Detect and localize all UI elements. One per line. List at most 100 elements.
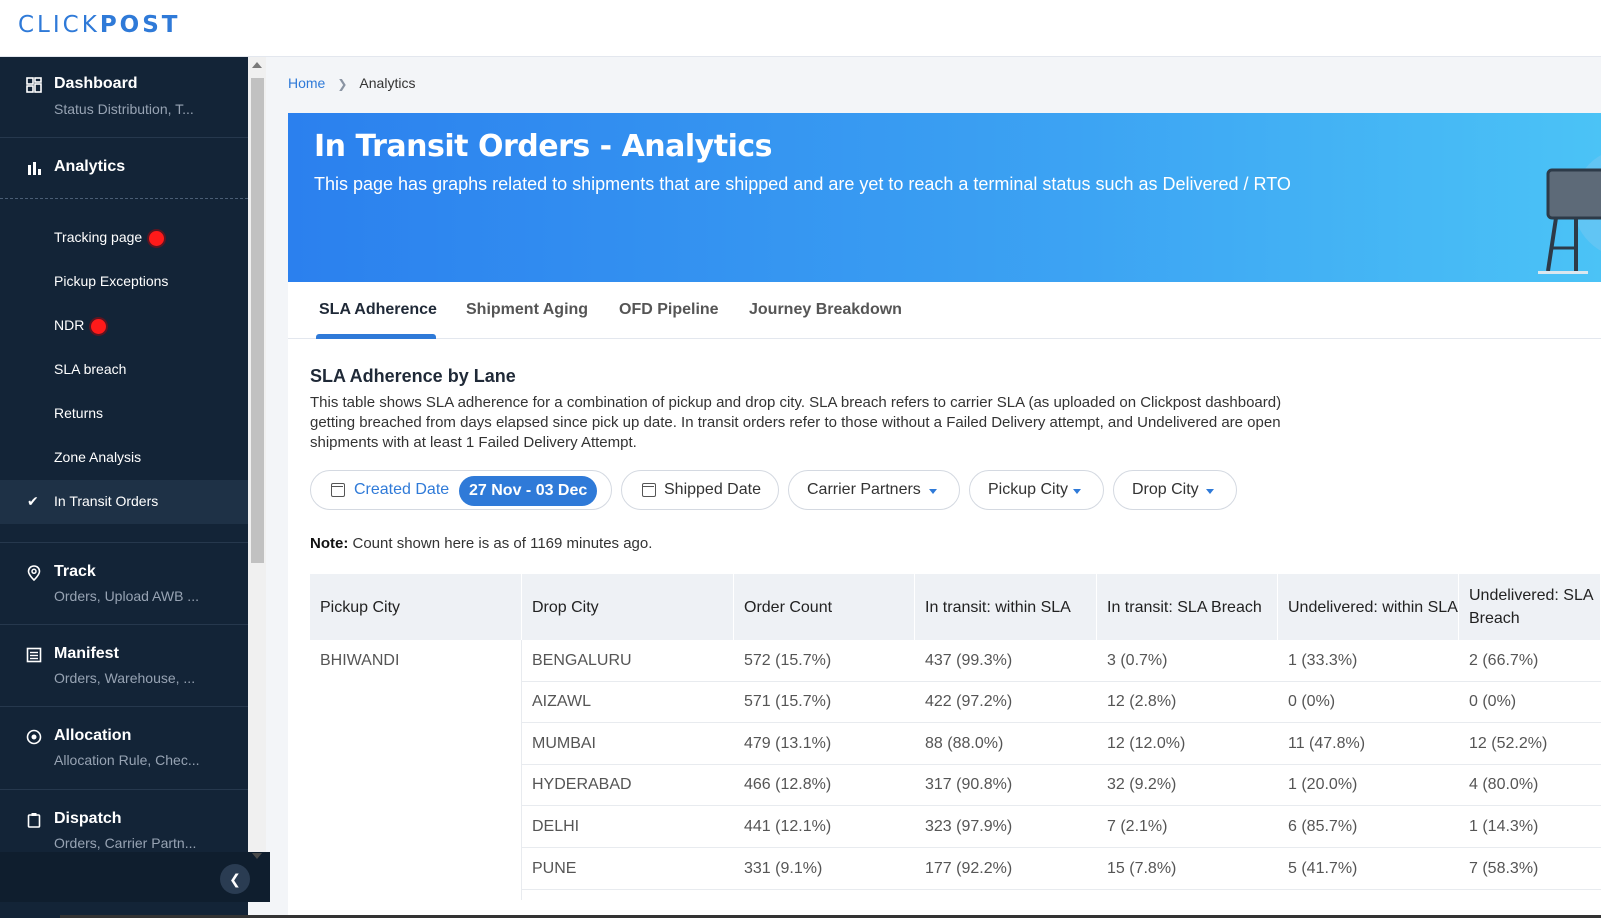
tab-journey-breakdown[interactable]: Journey Breakdown (749, 301, 902, 319)
clipboard-icon (27, 813, 41, 828)
transit-sla-breach-cell: 12 (12.0%) (1097, 723, 1278, 765)
undelivered-within-sla-cell: 5 (41.7%) (1278, 848, 1459, 890)
order-count-cell: 572 (15.7%) (734, 640, 915, 682)
page-banner: In Transit Orders - Analytics This page … (288, 113, 1601, 282)
sidebar-item-zone-analysis[interactable]: Zone Analysis (0, 436, 248, 480)
bar-chart-icon (28, 162, 41, 175)
transit-sla-breach-cell: 7 (2.1%) (1097, 806, 1278, 848)
dashboard-grid-icon (26, 77, 42, 93)
tab-sla-adherence[interactable]: SLA Adherence (319, 301, 437, 319)
tab-bar: SLA Adherence Shipment Aging OFD Pipelin… (288, 282, 1601, 339)
table-row[interactable]: BENGALURU 572 (15.7%) 437 (99.3%) 3 (0.7… (310, 640, 1601, 682)
chevron-left-icon: ❮ (229, 871, 241, 887)
column-header[interactable]: Undelivered: SLA Breach (1459, 574, 1601, 640)
transit-within-sla-cell: 177 (92.2%) (915, 848, 1097, 890)
scroll-down-icon[interactable] (252, 853, 262, 859)
sidebar-item-subtitle: Orders, Carrier Partn... (54, 835, 197, 851)
sidebar-item-pickup-exceptions[interactable]: Pickup Exceptions (0, 260, 248, 304)
sidebar-item-label: Tracking page (54, 229, 143, 245)
sidebar-item-analytics[interactable]: Analytics (0, 138, 248, 197)
sidebar-item-label: Returns (54, 405, 104, 421)
location-pin-icon (27, 565, 41, 581)
date-range-badge[interactable]: 27 Nov - 03 Dec (459, 476, 598, 506)
sidebar-item-label: NDR (54, 317, 85, 333)
drop-city-cell: PUNE (522, 848, 734, 890)
sidebar-item-allocation[interactable]: Allocation Allocation Rule, Chec... (0, 707, 248, 790)
carrier-partners-dropdown[interactable]: Carrier Partners (788, 470, 960, 510)
breadcrumb-home-link[interactable]: Home (288, 75, 325, 91)
scrollbar-thumb[interactable] (251, 78, 264, 563)
sidebar-item-label: Allocation (54, 727, 132, 744)
column-header[interactable]: In transit: SLA Breach (1097, 574, 1278, 640)
sidebar-item-label: In Transit Orders (54, 493, 159, 509)
active-tab-indicator (316, 334, 436, 339)
undelivered-sla-breach-cell: 4 (80.0%) (1459, 764, 1601, 806)
sidebar-item-track[interactable]: Track Orders, Upload AWB ... (0, 542, 248, 625)
sidebar-item-sla-breach[interactable]: SLA breach (0, 348, 248, 392)
sidebar-item-in-transit-orders[interactable]: ✔ In Transit Orders (0, 480, 248, 524)
tab-shipment-aging[interactable]: Shipment Aging (466, 301, 588, 319)
drop-city-dropdown[interactable]: Drop City (1113, 470, 1237, 510)
sidebar-item-subtitle: Allocation Rule, Chec... (54, 752, 200, 768)
order-count-cell: 479 (13.1%) (734, 723, 915, 765)
sidebar: Dashboard Status Distribution, T... Anal… (0, 57, 248, 918)
transit-within-sla-cell: 422 (97.2%) (915, 681, 1097, 723)
undelivered-within-sla-cell: 6 (85.7%) (1278, 806, 1459, 848)
top-header: CLICKPOST (0, 0, 1601, 57)
tab-ofd-pipeline[interactable]: OFD Pipeline (619, 301, 719, 319)
transit-sla-breach-cell: 12 (2.8%) (1097, 681, 1278, 723)
created-date-filter[interactable]: Created Date 27 Nov - 03 Dec (310, 470, 612, 510)
undelivered-sla-breach-cell: 12 (52.2%) (1459, 723, 1601, 765)
column-header[interactable]: Drop City (522, 574, 734, 640)
data-freshness-note: Note: Count shown here is as of 1169 min… (310, 535, 652, 552)
main-content: Home ❯ Analytics In Transit Orders - Analy… (270, 57, 1601, 918)
page-title: In Transit Orders - Analytics (314, 129, 773, 164)
table-row[interactable]: DELHI 441 (12.1%) 323 (97.9%) 7 (2.1%) 6… (310, 806, 1601, 848)
table-row[interactable]: HYDERABAD 466 (12.8%) 317 (90.8%) 32 (9.… (310, 764, 1601, 806)
undelivered-sla-breach-cell: 7 (58.3%) (1459, 848, 1601, 890)
pickup-city-dropdown[interactable]: Pickup City (969, 470, 1104, 510)
sidebar-item-manifest[interactable]: Manifest Orders, Warehouse, ... (0, 625, 248, 707)
table-row[interactable]: PUNE 331 (9.1%) 177 (92.2%) 15 (7.8%) 5 … (310, 848, 1601, 890)
filter-label: Shipped Date (664, 481, 761, 498)
drop-city-cell: MUMBAI (522, 723, 734, 765)
undelivered-within-sla-cell: 0 (0%) (1278, 681, 1459, 723)
sidebar-item-label: Manifest (54, 645, 119, 662)
sidebar-item-tracking-page[interactable]: Tracking page (0, 216, 248, 260)
note-label: Note: (310, 535, 349, 552)
shipped-date-filter[interactable]: Shipped Date (621, 470, 779, 510)
order-count-cell: 466 (12.8%) (734, 764, 915, 806)
list-icon (26, 647, 42, 663)
sidebar-item-label: SLA breach (54, 361, 127, 377)
sidebar-item-dashboard[interactable]: Dashboard Status Distribution, T... (0, 57, 248, 138)
undelivered-within-sla-cell: 1 (33.3%) (1278, 640, 1459, 682)
drop-city-cell: DELHI (522, 806, 734, 848)
caret-down-icon (929, 489, 937, 494)
clickpost-logo[interactable]: CLICKPOST (18, 12, 180, 38)
transit-within-sla-cell: 437 (99.3%) (915, 640, 1097, 682)
column-header[interactable]: Order Count (734, 574, 915, 640)
table-row[interactable]: AIZAWL 571 (15.7%) 422 (97.2%) 12 (2.8%)… (310, 681, 1601, 723)
sidebar-item-label: Dispatch (54, 810, 122, 827)
analytics-card: SLA Adherence Shipment Aging OFD Pipelin… (288, 282, 1601, 918)
transit-within-sla-cell: 323 (97.9%) (915, 806, 1097, 848)
filter-label: Created Date (354, 481, 450, 498)
filter-label: Pickup City (988, 481, 1069, 498)
sidebar-item-label: Track (54, 563, 96, 580)
scroll-up-icon[interactable] (252, 62, 262, 68)
sidebar-item-returns[interactable]: Returns (0, 392, 248, 436)
drop-city-cell: BENGALURU (522, 640, 734, 682)
order-count-cell: 571 (15.7%) (734, 681, 915, 723)
undelivered-within-sla-cell: 11 (47.8%) (1278, 723, 1459, 765)
column-header[interactable]: Undelivered: within SLA (1278, 574, 1459, 640)
drop-city-cell: AIZAWL (522, 681, 734, 723)
sidebar-item-label: Zone Analysis (54, 449, 142, 465)
target-icon (26, 729, 42, 745)
order-count-cell: 331 (9.1%) (734, 848, 915, 890)
filter-label: Carrier Partners (807, 481, 921, 498)
column-header[interactable]: Pickup City (310, 574, 522, 640)
collapse-sidebar-button[interactable]: ❮ (220, 864, 250, 894)
table-row[interactable]: MUMBAI 479 (13.1%) 88 (88.0%) 12 (12.0%)… (310, 723, 1601, 765)
sidebar-item-ndr[interactable]: NDR (0, 304, 248, 348)
column-header[interactable]: In transit: within SLA (915, 574, 1097, 640)
